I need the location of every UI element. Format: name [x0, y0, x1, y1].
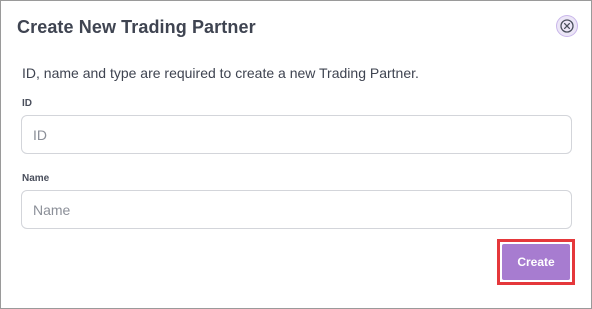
close-button[interactable] — [557, 16, 577, 36]
name-input[interactable] — [21, 190, 572, 229]
id-field-label: ID — [22, 98, 32, 109]
id-input[interactable] — [21, 115, 572, 154]
close-icon — [560, 19, 574, 33]
dialog-description: ID, name and type are required to create… — [22, 65, 419, 81]
dialog-title: Create New Trading Partner — [17, 17, 256, 37]
name-field-label: Name — [22, 173, 50, 184]
create-button[interactable]: Create — [502, 244, 570, 280]
create-trading-partner-dialog: Create New Trading Partner ID, name and … — [0, 0, 592, 309]
